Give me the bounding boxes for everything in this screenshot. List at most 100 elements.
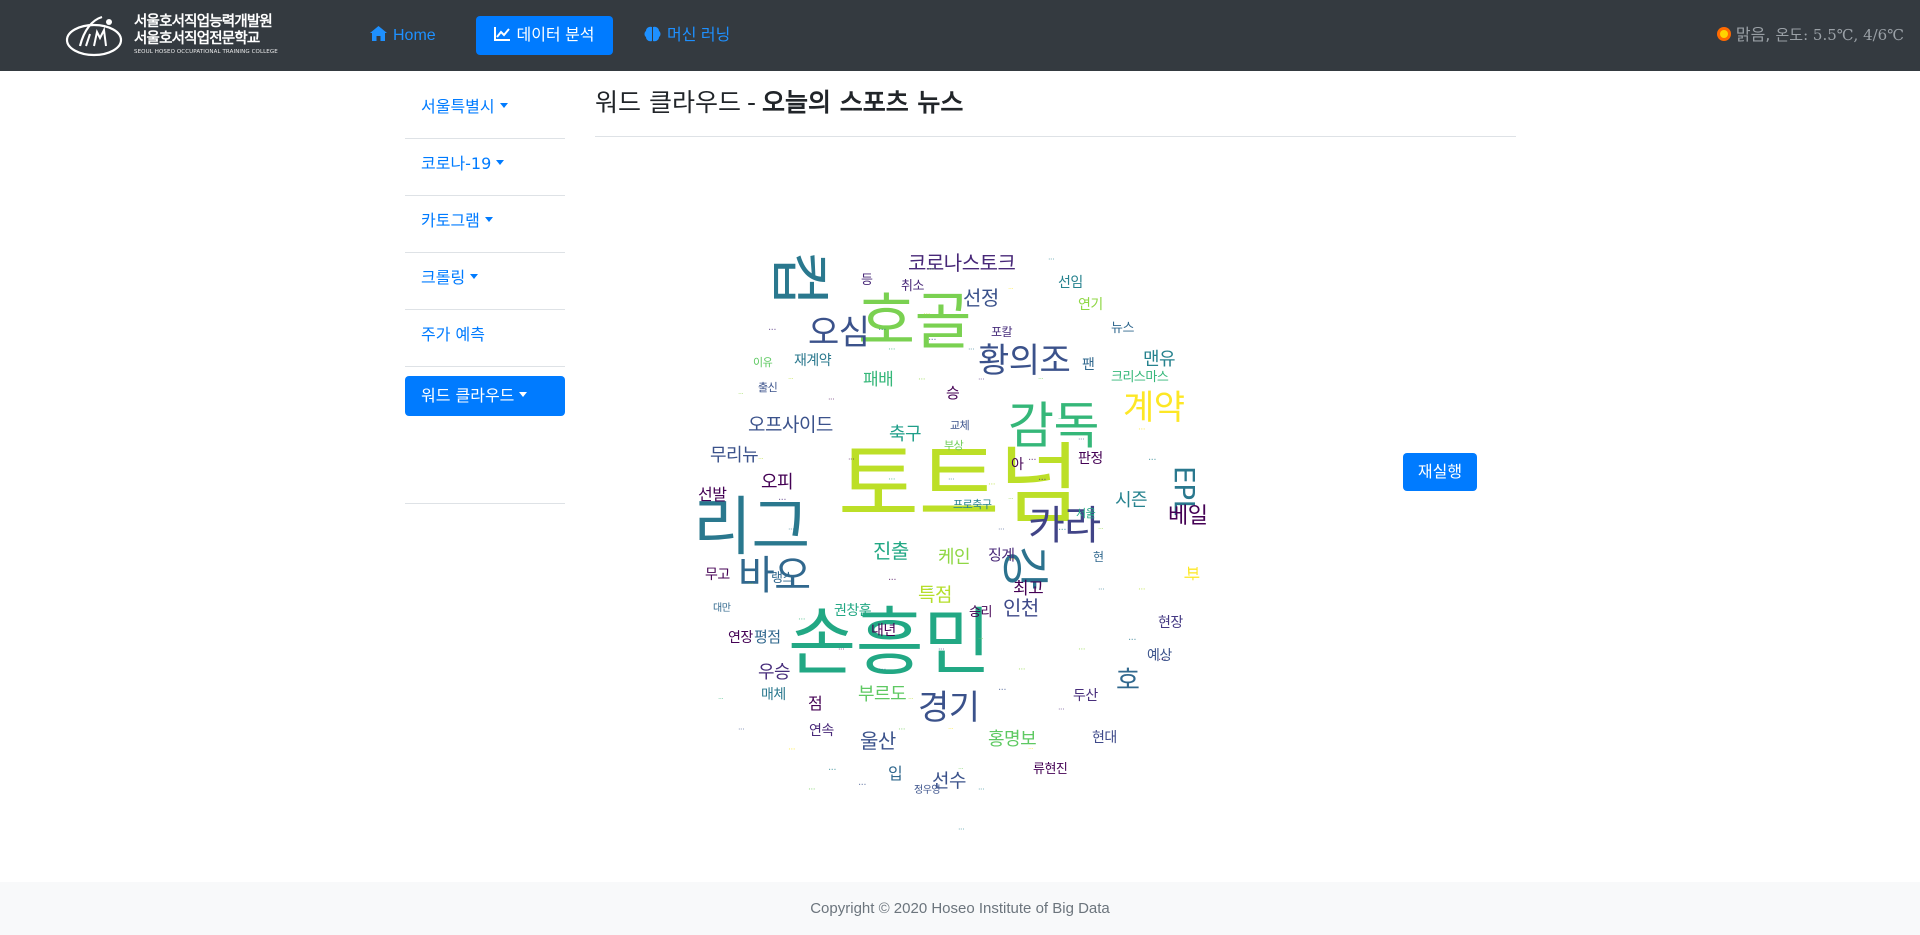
word-cloud-filler: ···	[1058, 525, 1067, 536]
sidebar-item-covid[interactable]: 코로나-19	[405, 139, 565, 196]
word-cloud-filler: ···	[808, 785, 816, 795]
word-cloud-filler: ···	[888, 475, 896, 485]
word-cloud-word: 서울	[1076, 507, 1096, 520]
word-cloud-word: 축구	[889, 424, 922, 445]
caret-down-icon	[499, 103, 508, 108]
word-cloud-word: 권창훈	[834, 603, 872, 619]
sidebar-item-stock-prediction[interactable]: 주가 예측	[405, 310, 565, 367]
word-cloud-word: 정우영	[914, 785, 941, 796]
word-cloud-word: 취소	[901, 279, 924, 294]
word-cloud-filler: ···	[968, 345, 975, 354]
word-cloud-word: 아	[1011, 457, 1024, 473]
word-cloud-word: 두산	[1073, 688, 1098, 704]
sidebar-item-label: 카토그램	[421, 211, 480, 230]
word-cloud-word: 연장	[728, 630, 753, 646]
word-cloud-filler: ···	[828, 765, 837, 776]
word-cloud-filler: ···	[918, 375, 926, 385]
word-cloud-word: 특점	[918, 584, 952, 606]
word-cloud-filler: ···	[1158, 655, 1167, 666]
word-cloud-filler: ···	[878, 505, 886, 515]
sidebar-item-word-cloud[interactable]: 워드 클라우드	[405, 376, 565, 416]
word-cloud-filler: ···	[1038, 375, 1044, 383]
word-cloud-filler: ···	[923, 310, 931, 320]
weather-widget: 맑음, 온도: 5.5℃, 4/6℃	[1716, 24, 1904, 46]
word-cloud-filler: ···	[1028, 745, 1034, 753]
word-cloud-word: 등	[861, 273, 873, 288]
word-cloud-word: 현대	[1092, 730, 1117, 746]
word-cloud-word: 베일	[1168, 504, 1208, 529]
word-cloud-word: 인천	[1003, 596, 1039, 620]
word-cloud-word: 류현진	[1033, 762, 1068, 777]
word-cloud-filler: ···	[838, 645, 845, 654]
nav-machine-learning-label: 머신 러닝	[667, 27, 731, 44]
word-cloud-word: 무고	[705, 567, 730, 583]
page-title-main: 오늘의 스포츠 뉴스	[761, 88, 964, 117]
word-cloud-word: 컵	[763, 251, 833, 306]
word-cloud-filler: ···	[1098, 585, 1105, 594]
word-cloud-word: 선발	[698, 485, 727, 504]
word-cloud-filler: ···	[988, 480, 996, 490]
word-cloud-word: 승리	[969, 605, 992, 620]
word-cloud-word: 점	[808, 694, 823, 713]
brand-logo[interactable]: 서울호서직업능력개발원 서울호서직업전문학교 SEOUL HOSEO OCCUP…	[64, 12, 278, 60]
word-cloud-filler: ···	[998, 525, 1005, 534]
word-cloud-word: 경기	[918, 688, 980, 728]
word-cloud-word: 승	[946, 384, 960, 402]
word-cloud-word: 오심	[808, 313, 870, 353]
word-cloud-word: 우승	[758, 662, 791, 683]
word-cloud-word: 내년	[871, 623, 896, 639]
word-cloud-filler: ···	[1058, 705, 1065, 714]
word-cloud-word: 부상	[944, 439, 964, 452]
word-cloud-filler: ···	[758, 455, 764, 463]
word-cloud-word: 호	[1116, 666, 1140, 696]
word-cloud-word: 황의조	[978, 341, 1071, 381]
word-cloud-word: 호골	[858, 285, 972, 358]
word-cloud-filler: ···	[958, 765, 964, 773]
sidebar-item-seoul[interactable]: 서울특별시	[405, 82, 565, 139]
sidebar-item-crawling[interactable]: 크롤링	[405, 253, 565, 310]
word-cloud-word: 시즌	[1115, 490, 1148, 511]
word-cloud-filler: ···	[1058, 415, 1064, 423]
word-cloud-filler: ···	[1128, 635, 1137, 646]
word-cloud-word: 손흥민	[788, 600, 991, 686]
nav-machine-learning[interactable]: 머신 러닝	[644, 16, 730, 55]
brand-name-english: SEOUL HOSEO OCCUPATIONAL TRAINING COLLEG…	[134, 49, 278, 55]
word-cloud-word: 울산	[860, 729, 896, 753]
word-cloud-word: 케인	[938, 547, 971, 568]
home-icon	[370, 26, 387, 42]
word-cloud-word: 오프사이드	[748, 414, 833, 436]
word-cloud-filler: ···	[908, 695, 914, 703]
word-cloud-filler: ···	[948, 475, 955, 484]
word-cloud-word: 선정	[963, 286, 999, 310]
word-cloud-filler: ···	[928, 335, 937, 346]
word-cloud-word: 랭스	[771, 571, 794, 586]
word-cloud-filler: ···	[888, 575, 897, 586]
word-cloud-word: 현장	[1158, 615, 1183, 631]
word-cloud-filler: ···	[978, 635, 984, 643]
word-cloud-word: 계약	[1123, 388, 1185, 428]
top-navbar: 서울호서직업능력개발원 서울호서직업전문학교 SEOUL HOSEO OCCUP…	[0, 0, 1920, 71]
word-cloud-filler: ···	[1038, 475, 1047, 486]
brand-name-secondary: 서울호서직업전문학교	[134, 31, 260, 47]
word-cloud-word: 평점	[754, 628, 781, 646]
word-cloud-word: 선임	[1058, 275, 1083, 291]
word-cloud-filler: ···	[1098, 525, 1104, 533]
word-cloud-filler: ···	[1008, 555, 1016, 565]
word-cloud-word: 프로축구	[953, 498, 992, 511]
nav-data-analysis[interactable]: 데이터 분석	[476, 16, 613, 55]
word-cloud-word: 부르도	[858, 684, 907, 705]
hoseo-logo-icon	[65, 15, 123, 57]
sidebar-item-cartogram[interactable]: 카토그램	[405, 196, 565, 253]
word-cloud: 토트넘 손흥민 리그 호골 컵 감독 강 카라 바오 계약 황의조 경기 오심 EPL 코로나스토크 오프사이…	[678, 226, 1264, 834]
weather-temperature: 온도: 5.5℃, 4/6℃	[1775, 26, 1904, 44]
word-cloud-filler: ···	[1048, 255, 1055, 264]
word-cloud-filler: ···	[1008, 495, 1014, 503]
title-divider	[595, 136, 1516, 137]
caret-down-icon	[519, 392, 528, 397]
weather-sun-icon	[1716, 26, 1731, 41]
word-cloud-word: 입	[888, 764, 903, 783]
rerun-button[interactable]: 재실행	[1403, 453, 1477, 491]
word-cloud-word: 포칼	[991, 325, 1013, 339]
nav-home[interactable]: Home	[370, 16, 436, 55]
word-cloud-word: 현	[1093, 550, 1104, 564]
